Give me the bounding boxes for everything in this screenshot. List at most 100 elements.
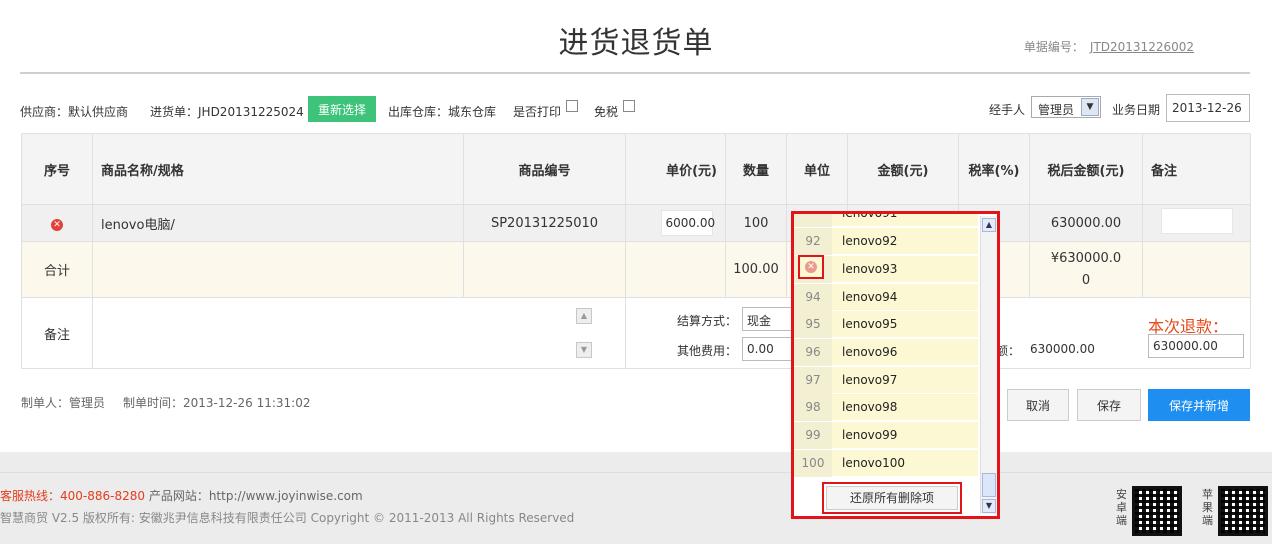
- scroll-down-icon[interactable]: ▼: [576, 342, 592, 358]
- remark-label: 备注: [21, 297, 93, 369]
- total-row: 合计 100.00 ¥630000.0 0: [21, 241, 1251, 298]
- save-and-new-button[interactable]: 保存并新增: [1148, 389, 1250, 421]
- footer-copyright: 智慧商贸 V2.5 版权所有: 安徽兆尹信息科技有限责任公司 Copyright…: [0, 511, 575, 525]
- col-header-price: 单价(元): [625, 133, 726, 205]
- save-button[interactable]: 保存: [1077, 389, 1141, 421]
- delete-item-highlight[interactable]: ✕: [798, 255, 824, 279]
- scroll-up-icon[interactable]: ▲: [982, 218, 996, 232]
- biz-date-label: 业务日期: [1112, 103, 1161, 117]
- supplier-label: 供应商：默认供应商: [20, 105, 129, 119]
- handler-select[interactable]: 管理员 ▼: [1031, 96, 1101, 118]
- tax-free-label: 免税: [594, 105, 619, 119]
- handler-select-value: 管理员: [1038, 103, 1075, 117]
- list-item-name: lenovo93: [842, 262, 898, 276]
- list-item-name: lenovo100: [842, 456, 906, 470]
- settle-method-label: 结算方式：: [677, 314, 738, 328]
- biz-date-input[interactable]: 2013-12-26: [1166, 94, 1250, 122]
- title-divider: [20, 72, 1250, 74]
- website-label[interactable]: 产品网站：http://www.joyinwise.com: [145, 489, 363, 503]
- scroll-thumb[interactable]: [982, 473, 996, 497]
- list-item-num: 95: [794, 311, 832, 338]
- list-item-name: lenovo91: [842, 211, 898, 220]
- total-amount-line2: 0: [1081, 272, 1091, 288]
- tax-free-checkbox[interactable]: [623, 100, 635, 112]
- remark-input[interactable]: [1160, 208, 1233, 234]
- list-item[interactable]: 96 lenovo96: [794, 339, 978, 366]
- doc-number-label: 单据编号：: [1023, 40, 1084, 54]
- list-item[interactable]: 94 lenovo94: [794, 284, 978, 311]
- col-header-remark: 备注: [1142, 133, 1251, 205]
- total-amount-line1: ¥630000.0: [1050, 250, 1122, 266]
- return-order-page: 进货退货单 单据编号： JTD20131226002 供应商：默认供应商 进货单：…: [0, 0, 1272, 452]
- delete-item-icon[interactable]: ✕: [805, 261, 817, 273]
- cancel-button[interactable]: 取消: [1007, 389, 1069, 421]
- android-label: 安卓端: [1116, 488, 1127, 527]
- remark-scrollbar[interactable]: ▲ ▼: [576, 308, 594, 360]
- list-item[interactable]: 100 lenovo100: [794, 450, 978, 477]
- list-item-num: 94: [794, 284, 832, 311]
- remark-textarea[interactable]: [92, 297, 626, 369]
- col-header-unit: 单位: [786, 133, 848, 205]
- footer-hotline: 客服热线：400-886-8280 产品网站：http://www.joyinw…: [0, 487, 363, 504]
- list-item-num: 96: [794, 339, 832, 366]
- qty-value[interactable]: 100: [725, 204, 787, 242]
- scroll-down-icon[interactable]: ▼: [982, 499, 996, 513]
- hotline-label: 客服热线：400-886-8280: [0, 489, 146, 503]
- col-header-after-tax: 税后金额(元): [1029, 133, 1143, 205]
- list-item-num: 92: [794, 228, 832, 255]
- other-fee-label: 其他费用：: [677, 344, 738, 358]
- list-item[interactable]: 98 lenovo98: [794, 394, 978, 421]
- total-after-tax: ¥630000.0 0: [1029, 241, 1143, 298]
- print-label: 是否打印: [513, 105, 562, 119]
- chevron-down-icon[interactable]: ▼: [1081, 98, 1099, 116]
- android-qr-code: [1132, 486, 1182, 536]
- price-input[interactable]: 6000.00: [660, 210, 715, 236]
- after-tax-value: 630000.00: [1029, 204, 1143, 242]
- list-item-name: lenovo95: [842, 317, 898, 331]
- col-header-amount: 金额(元): [847, 133, 959, 205]
- col-header-index: 序号: [21, 133, 93, 205]
- footer-divider: [0, 472, 1272, 473]
- remark-row: 备注: [21, 297, 1251, 369]
- list-item[interactable]: 95 lenovo95: [794, 311, 978, 338]
- scroll-up-icon[interactable]: ▲: [576, 308, 592, 324]
- list-item-num: 99: [794, 422, 832, 449]
- col-header-tax: 税率(%): [958, 133, 1030, 205]
- doc-number-link[interactable]: JTD20131226002: [1090, 40, 1194, 54]
- list-item-name: lenovo94: [842, 290, 898, 304]
- product-dropdown[interactable]: lenovo91 92 lenovo92 lenovo93 94 lenovo9…: [791, 211, 1000, 519]
- apple-label: 苹果端: [1202, 488, 1213, 527]
- apple-qr-code: [1218, 486, 1268, 536]
- print-checkbox[interactable]: [566, 100, 578, 112]
- list-item[interactable]: 99 lenovo99: [794, 422, 978, 449]
- col-header-name: 商品名称/规格: [92, 133, 464, 205]
- list-item-name: lenovo99: [842, 428, 898, 442]
- list-item-num: 100: [794, 450, 832, 477]
- restore-deleted-button[interactable]: 还原所有删除项: [826, 486, 958, 510]
- list-item[interactable]: lenovo91: [794, 211, 978, 227]
- list-item[interactable]: 92 lenovo92: [794, 228, 978, 255]
- list-item-name: lenovo96: [842, 345, 898, 359]
- settle-method-select[interactable]: 现金: [742, 307, 794, 331]
- total-qty: 100.00: [725, 241, 787, 298]
- make-time-label: 制单时间：2013-12-26 11:31:02: [123, 396, 311, 410]
- list-item-name: lenovo97: [842, 373, 898, 387]
- reselect-button[interactable]: 重新选择: [308, 96, 376, 122]
- product-name: lenovo电脑/: [92, 204, 464, 242]
- handler-label: 经手人: [989, 103, 1026, 117]
- delete-row-icon[interactable]: ✕: [51, 218, 63, 231]
- restore-highlight: 还原所有删除项: [822, 482, 962, 514]
- list-item[interactable]: 97 lenovo97: [794, 367, 978, 394]
- other-fee-input[interactable]: 0.00: [742, 337, 794, 361]
- total-label: 合计: [21, 241, 93, 298]
- list-item-name: lenovo98: [842, 400, 898, 414]
- list-item-num: 98: [794, 394, 832, 421]
- doc-number: 单据编号： JTD20131226002: [1024, 38, 1194, 55]
- dropdown-scrollbar[interactable]: ▲ ▼: [980, 216, 997, 514]
- info-bar: 供应商：默认供应商 进货单：JHD20131225024 重新选择 出库仓库：城…: [20, 94, 1250, 124]
- col-header-qty: 数量: [725, 133, 787, 205]
- purchase-no-label: 进货单：JHD20131225024: [150, 105, 304, 119]
- refund-input[interactable]: 630000.00: [1148, 334, 1244, 358]
- list-item-num: 97: [794, 367, 832, 394]
- product-code: SP20131225010: [463, 204, 626, 242]
